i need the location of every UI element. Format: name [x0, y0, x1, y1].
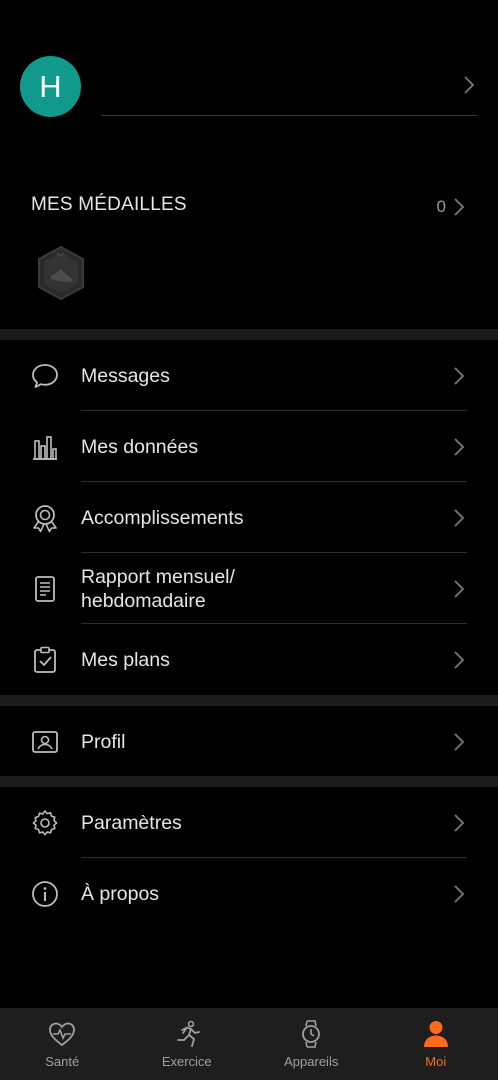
profile-card-icon [30, 727, 60, 757]
chevron-right-icon [452, 649, 466, 671]
shoe-medal-icon[interactable] [35, 245, 87, 301]
chevron-right-icon [452, 731, 466, 753]
menu-item-achievements[interactable]: Accomplissements [0, 482, 498, 553]
medals-count: 0 [436, 197, 446, 216]
profile-header[interactable]: H [0, 0, 498, 160]
menu-item-about[interactable]: À propos [0, 858, 498, 929]
heart-pulse-icon [47, 1019, 77, 1049]
info-icon [30, 879, 60, 909]
menu-item-label: Accomplissements [81, 506, 244, 529]
tab-label: Santé [45, 1054, 80, 1069]
menu-item-label: Messages [81, 364, 170, 387]
bar-chart-icon [30, 432, 60, 462]
chevron-right-icon [452, 196, 466, 218]
profile-name-underline [101, 115, 478, 116]
menu-item-label: Mes données [81, 435, 199, 458]
chevron-right-icon [452, 436, 466, 458]
menu-item-label: Paramètres [81, 811, 182, 834]
menu-item-messages[interactable]: Messages [0, 340, 498, 411]
person-icon [421, 1019, 451, 1049]
section-divider [0, 329, 498, 340]
medals-section[interactable]: MES MÉDAILLES 0 [0, 170, 498, 328]
watch-icon [296, 1019, 326, 1049]
tab-label: Moi [425, 1054, 447, 1069]
tab-label: Appareils [284, 1054, 339, 1069]
chevron-right-icon [452, 578, 466, 600]
menu-item-my-plans[interactable]: Mes plans [0, 624, 498, 695]
chevron-right-icon [452, 883, 466, 905]
menu-item-label: Mes plans [81, 648, 170, 671]
bottom-tab-bar: Santé Exercice Appareils Moi [0, 1008, 498, 1080]
menu-item-my-data[interactable]: Mes données [0, 411, 498, 482]
gear-icon [30, 808, 60, 838]
chat-bubble-icon [30, 361, 60, 391]
award-ribbon-icon [30, 503, 60, 533]
menu-item-label: À propos [81, 882, 160, 905]
tab-sante[interactable]: Santé [0, 1008, 125, 1080]
menu-item-profile[interactable]: Profil [0, 706, 498, 777]
tab-moi[interactable]: Moi [374, 1008, 498, 1080]
medals-title: MES MÉDAILLES [31, 194, 187, 215]
menu-item-report[interactable]: Rapport mensuel/ hebdomadaire [0, 553, 498, 624]
menu-item-label: Profil [81, 730, 126, 753]
chevron-right-icon [452, 365, 466, 387]
chevron-right-icon [452, 507, 466, 529]
tab-label: Exercice [161, 1054, 212, 1069]
section-divider [0, 776, 498, 787]
menu-item-settings[interactable]: Paramètres [0, 787, 498, 858]
chevron-right-icon [462, 74, 476, 96]
report-document-icon [30, 574, 60, 604]
avatar[interactable]: H [20, 56, 81, 117]
section-divider [0, 695, 498, 706]
clipboard-check-icon [30, 645, 60, 675]
tab-exercice[interactable]: Exercice [125, 1008, 250, 1080]
runner-icon [172, 1019, 202, 1049]
menu-item-label: Rapport mensuel/ hebdomadaire [81, 565, 235, 612]
chevron-right-icon [452, 812, 466, 834]
tab-appareils[interactable]: Appareils [249, 1008, 374, 1080]
